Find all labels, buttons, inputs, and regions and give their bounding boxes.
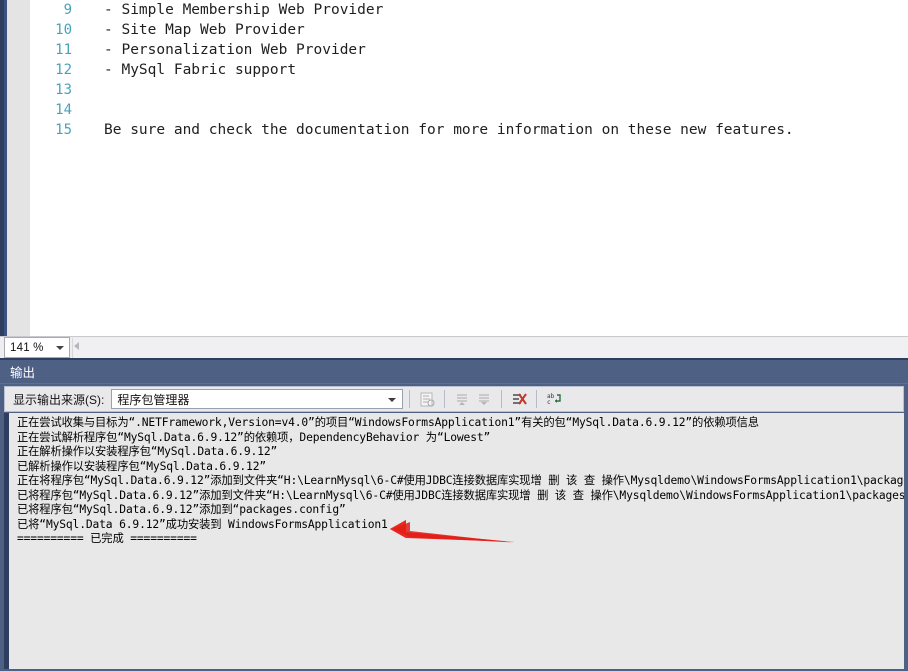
line-text: - Site Map Web Provider xyxy=(104,22,305,38)
output-text-pane[interactable]: 正在尝试收集与目标为“.NETFramework,Version=v4.0”的项… xyxy=(4,413,904,669)
clear-all-icon[interactable] xyxy=(508,388,530,410)
output-line: 已将“MySql.Data 6.9.12”成功安装到 WindowsFormsA… xyxy=(17,517,388,531)
output-toolbar: 显示输出来源(S): 程序包管理器 ab c xyxy=(4,386,904,412)
output-line: 已将程序包“MySql.Data.6.9.12”添加到“packages.con… xyxy=(17,503,346,516)
code-line: 9 - Simple Membership Web Provider xyxy=(30,0,908,20)
line-number: 11 xyxy=(55,42,72,58)
line-number: 13 xyxy=(55,82,72,98)
output-line: 正在尝试收集与目标为“.NETFramework,Version=v4.0”的项… xyxy=(17,416,759,429)
output-line: ========== 已完成 ========== xyxy=(17,532,197,545)
go-to-next-message-icon[interactable] xyxy=(473,388,495,410)
toolbar-separator xyxy=(409,390,411,408)
code-line: 10 - Site Map Web Provider xyxy=(30,20,908,40)
output-line: 正在尝试解析程序包“MySql.Data.6.9.12”的依赖项，Depende… xyxy=(17,430,491,444)
zoom-level-value: 141 % xyxy=(10,341,44,354)
line-text: - Personalization Web Provider xyxy=(104,42,366,58)
visual-studio-window: 9 - Simple Membership Web Provider 10 - … xyxy=(0,0,908,671)
output-source-combobox[interactable]: 程序包管理器 xyxy=(111,389,404,409)
line-number: 9 xyxy=(63,2,72,18)
find-message-in-code-icon[interactable] xyxy=(416,388,438,410)
output-line: 正在将程序包“MySql.Data.6.9.12”添加到文件夹“H:\Learn… xyxy=(17,474,904,487)
output-panel-title[interactable]: 输出 xyxy=(10,363,35,383)
code-editor-region: 9 - Simple Membership Web Provider 10 - … xyxy=(0,0,908,336)
output-line: 正在解析操作以安装程序包“MySql.Data.6.9.12” xyxy=(17,445,278,458)
code-line: 11 - Personalization Web Provider xyxy=(30,40,908,60)
svg-text:c: c xyxy=(547,399,551,406)
chevron-down-icon[interactable] xyxy=(56,346,64,350)
toolbar-separator xyxy=(501,390,503,408)
code-text-surface[interactable]: 9 - Simple Membership Web Provider 10 - … xyxy=(30,0,908,336)
toolbar-separator xyxy=(536,390,538,408)
zoom-level-combobox[interactable]: 141 % xyxy=(4,337,70,358)
line-number: 15 xyxy=(55,122,72,138)
output-panel: 输出 显示输出来源(S): 程序包管理器 ab c 正在尝试收集与目标为“.NE… xyxy=(0,358,908,671)
code-line: 15 Be sure and check the documentation f… xyxy=(30,120,908,140)
code-line: 12 - MySql Fabric support xyxy=(30,60,908,80)
line-number: 12 xyxy=(55,62,72,78)
output-panel-titlebar: 输出 xyxy=(0,360,908,384)
code-line: 13 xyxy=(30,80,908,100)
line-text: Be sure and check the documentation for … xyxy=(104,122,794,138)
toolbar-separator xyxy=(444,390,446,408)
line-text: - Simple Membership Web Provider xyxy=(104,2,384,18)
go-to-previous-message-icon[interactable] xyxy=(451,388,473,410)
scroll-left-arrow-icon[interactable] xyxy=(74,342,79,350)
toggle-word-wrap-icon[interactable]: ab c xyxy=(543,388,565,410)
chevron-down-icon[interactable] xyxy=(388,398,397,402)
code-line: 14 xyxy=(30,100,908,120)
horizontal-scrollbar[interactable] xyxy=(72,338,908,358)
output-source-label: 显示输出来源(S): xyxy=(13,392,105,407)
line-text: - MySql Fabric support xyxy=(104,62,297,78)
editor-status-bar: 141 % xyxy=(0,336,908,358)
line-number: 14 xyxy=(55,102,72,118)
editor-indicator-margin[interactable] xyxy=(7,0,30,336)
line-number: 10 xyxy=(55,22,72,38)
output-line: 已将程序包“MySql.Data.6.9.12”添加到文件夹“H:\LearnM… xyxy=(17,488,904,502)
output-source-value: 程序包管理器 xyxy=(117,392,190,407)
editor-left-edge-strip xyxy=(0,0,7,336)
output-line: 已解析操作以安装程序包“MySql.Data.6.9.12” xyxy=(17,459,266,473)
